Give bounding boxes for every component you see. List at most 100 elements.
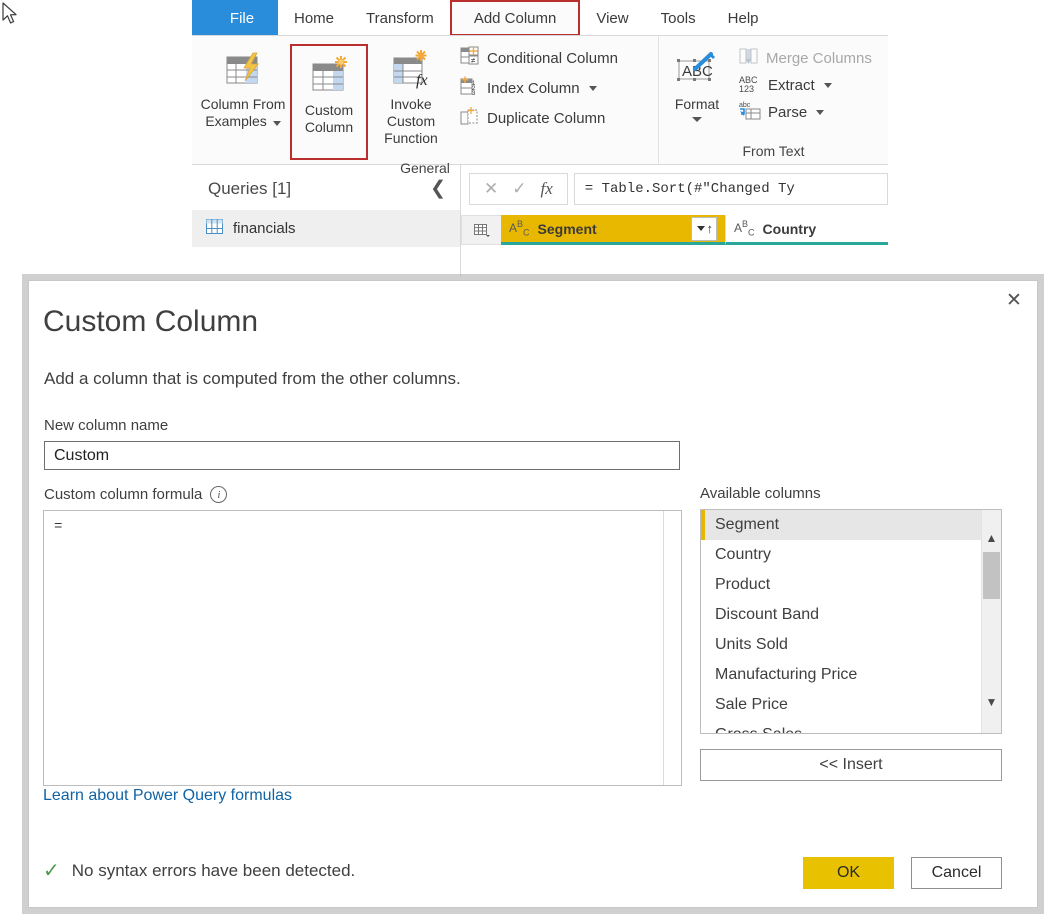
button-format[interactable]: ABC Format [665,44,729,122]
grid-select-all-button[interactable] [461,215,501,245]
custom-column-label-line2: Column [304,119,354,135]
formula-editor[interactable]: = [43,510,682,786]
tab-tools[interactable]: Tools [645,0,712,36]
query-item-financials[interactable]: financials [192,210,460,247]
insert-button[interactable]: << Insert [700,749,1002,781]
available-columns-listbox[interactable]: Segment Country Product Discount Band Un… [700,509,1002,734]
grid-column-segment-label: Segment [537,220,597,237]
ribbon-group-general-label: General [400,160,450,176]
custom-column-label-line1: Custom [304,102,354,118]
close-icon-glyph: ✕ [1006,289,1022,311]
list-item[interactable]: Discount Band [701,600,981,630]
tab-transform[interactable]: Transform [350,0,450,36]
chevron-down-icon[interactable] [823,82,832,88]
x-icon[interactable]: ✕ [484,179,498,199]
close-icon[interactable]: ✕ [997,285,1031,315]
list-item[interactable]: Units Sold [701,630,981,660]
button-invoke-custom-function[interactable]: fx Invoke Custom Function [368,44,454,147]
new-column-name-value: Custom [54,446,110,464]
invoke-custom-function-label-line1: Invoke Custom [386,96,436,129]
extract-abc123-icon: ABC 123 [739,75,758,94]
button-custom-column[interactable]: Custom Column [290,44,368,160]
list-item-label: Units Sold [715,636,788,653]
list-item[interactable]: Manufacturing Price [701,660,981,690]
list-item-label: Manufacturing Price [715,666,858,683]
custom-column-formula-label: Custom column formula [44,486,203,503]
scroll-down-icon[interactable]: ▼ [982,692,1001,711]
button-merge-columns[interactable]: Merge Columns [739,46,872,70]
mouse-cursor-icon [2,2,17,24]
svg-text:≠: ≠ [471,56,476,65]
button-index-column[interactable]: 1 2 3 Index Column [460,76,618,100]
list-item-label: Segment [715,516,780,533]
column-filter-sort-button[interactable]: ↑ [690,216,717,241]
check-icon: ✓ [43,860,60,882]
tab-add-column-label: Add Column [473,9,557,27]
formula-editor-scrollbar[interactable] [663,511,681,785]
chevron-down-icon[interactable] [816,109,825,115]
chevron-down-icon[interactable] [272,121,281,126]
editor-right-pane: ✕ ✓ fx = Table.Sort(#"Changed Ty ABC Seg… [461,165,888,276]
list-item[interactable]: Country [701,540,981,570]
column-from-examples-icon [222,44,264,96]
new-column-name-input[interactable]: Custom [44,441,680,470]
tab-transform-label: Transform [366,9,434,27]
general-small-buttons: ≠ Conditional Column 1 2 3 Index Column … [454,44,618,130]
column-from-examples-label-line1: Column From [200,96,286,112]
list-item[interactable]: Gross Sales [701,720,981,733]
available-columns-scrollbar[interactable]: ▲ ▼ [981,510,1001,733]
tab-help-label: Help [727,9,759,27]
list-item[interactable]: Sale Price [701,690,981,720]
dialog-title: Custom Column [43,305,259,338]
power-query-editor-window: File Home Transform Add Column View Tool… [192,0,888,276]
dialog-subtitle: Add a column that is computed from the o… [44,369,461,388]
ok-button[interactable]: OK [803,857,894,889]
button-conditional-column[interactable]: ≠ Conditional Column [460,46,618,70]
scroll-up-icon[interactable]: ▲ [982,528,1001,547]
index-column-label: Index Column [487,79,580,97]
available-columns-label: Available columns [700,485,821,502]
list-item-label: Country [715,546,772,563]
invoke-custom-function-icon: fx [390,44,432,96]
ribbon-group-from-text: ABC Format Merge Columns ABC 123 Extract… [658,36,888,164]
tab-file-label: File [229,9,255,27]
list-item-label: Gross Sales [715,726,802,733]
format-abc-icon: ABC [673,44,721,96]
info-icon[interactable]: i [210,486,228,503]
grid-column-header-country[interactable]: ABC Country [725,215,888,245]
button-duplicate-column[interactable]: Duplicate Column [460,106,618,130]
chevron-down-icon[interactable] [692,117,702,122]
chevron-down-icon [696,226,705,231]
tab-tools-label: Tools [660,9,696,27]
invoke-custom-function-label-line2: Function [384,130,438,146]
syntax-status: ✓ No syntax errors have been detected. [43,861,355,881]
list-item[interactable]: Segment [701,510,981,540]
svg-text:abc: abc [739,102,751,109]
custom-column-dialog: ✕ Custom Column Add a column that is com… [28,280,1038,908]
insert-button-label: << Insert [819,756,883,773]
conditional-column-label: Conditional Column [487,49,618,67]
tab-home[interactable]: Home [278,0,350,36]
chevron-down-icon[interactable] [588,85,597,91]
check-icon[interactable]: ✓ [512,179,526,199]
button-column-from-examples[interactable]: Column From Examples [200,44,286,130]
grid-column-header-segment[interactable]: ABC Segment ↑ [501,215,725,245]
button-parse[interactable]: abc Parse [739,100,872,124]
tab-help[interactable]: Help [712,0,775,36]
learn-about-power-query-formulas-link[interactable]: Learn about Power Query formulas [43,787,292,805]
tab-file[interactable]: File [192,0,278,36]
fx-icon[interactable]: fx [541,179,553,199]
index-column-icon: 1 2 3 [460,76,480,100]
button-extract[interactable]: ABC 123 Extract [739,76,872,94]
scrollbar-thumb[interactable] [983,552,1000,599]
list-item[interactable]: Product [701,570,981,600]
parse-icon: abc [739,100,761,124]
cancel-button[interactable]: Cancel [911,857,1002,889]
tab-view[interactable]: View [580,0,644,36]
parse-label: Parse [768,103,808,121]
tab-add-column[interactable]: Add Column [449,0,581,36]
conditional-column-icon: ≠ [460,46,480,70]
merge-columns-label: Merge Columns [766,49,872,67]
new-column-name-label: New column name [44,417,169,434]
list-item-label: Product [715,576,771,593]
